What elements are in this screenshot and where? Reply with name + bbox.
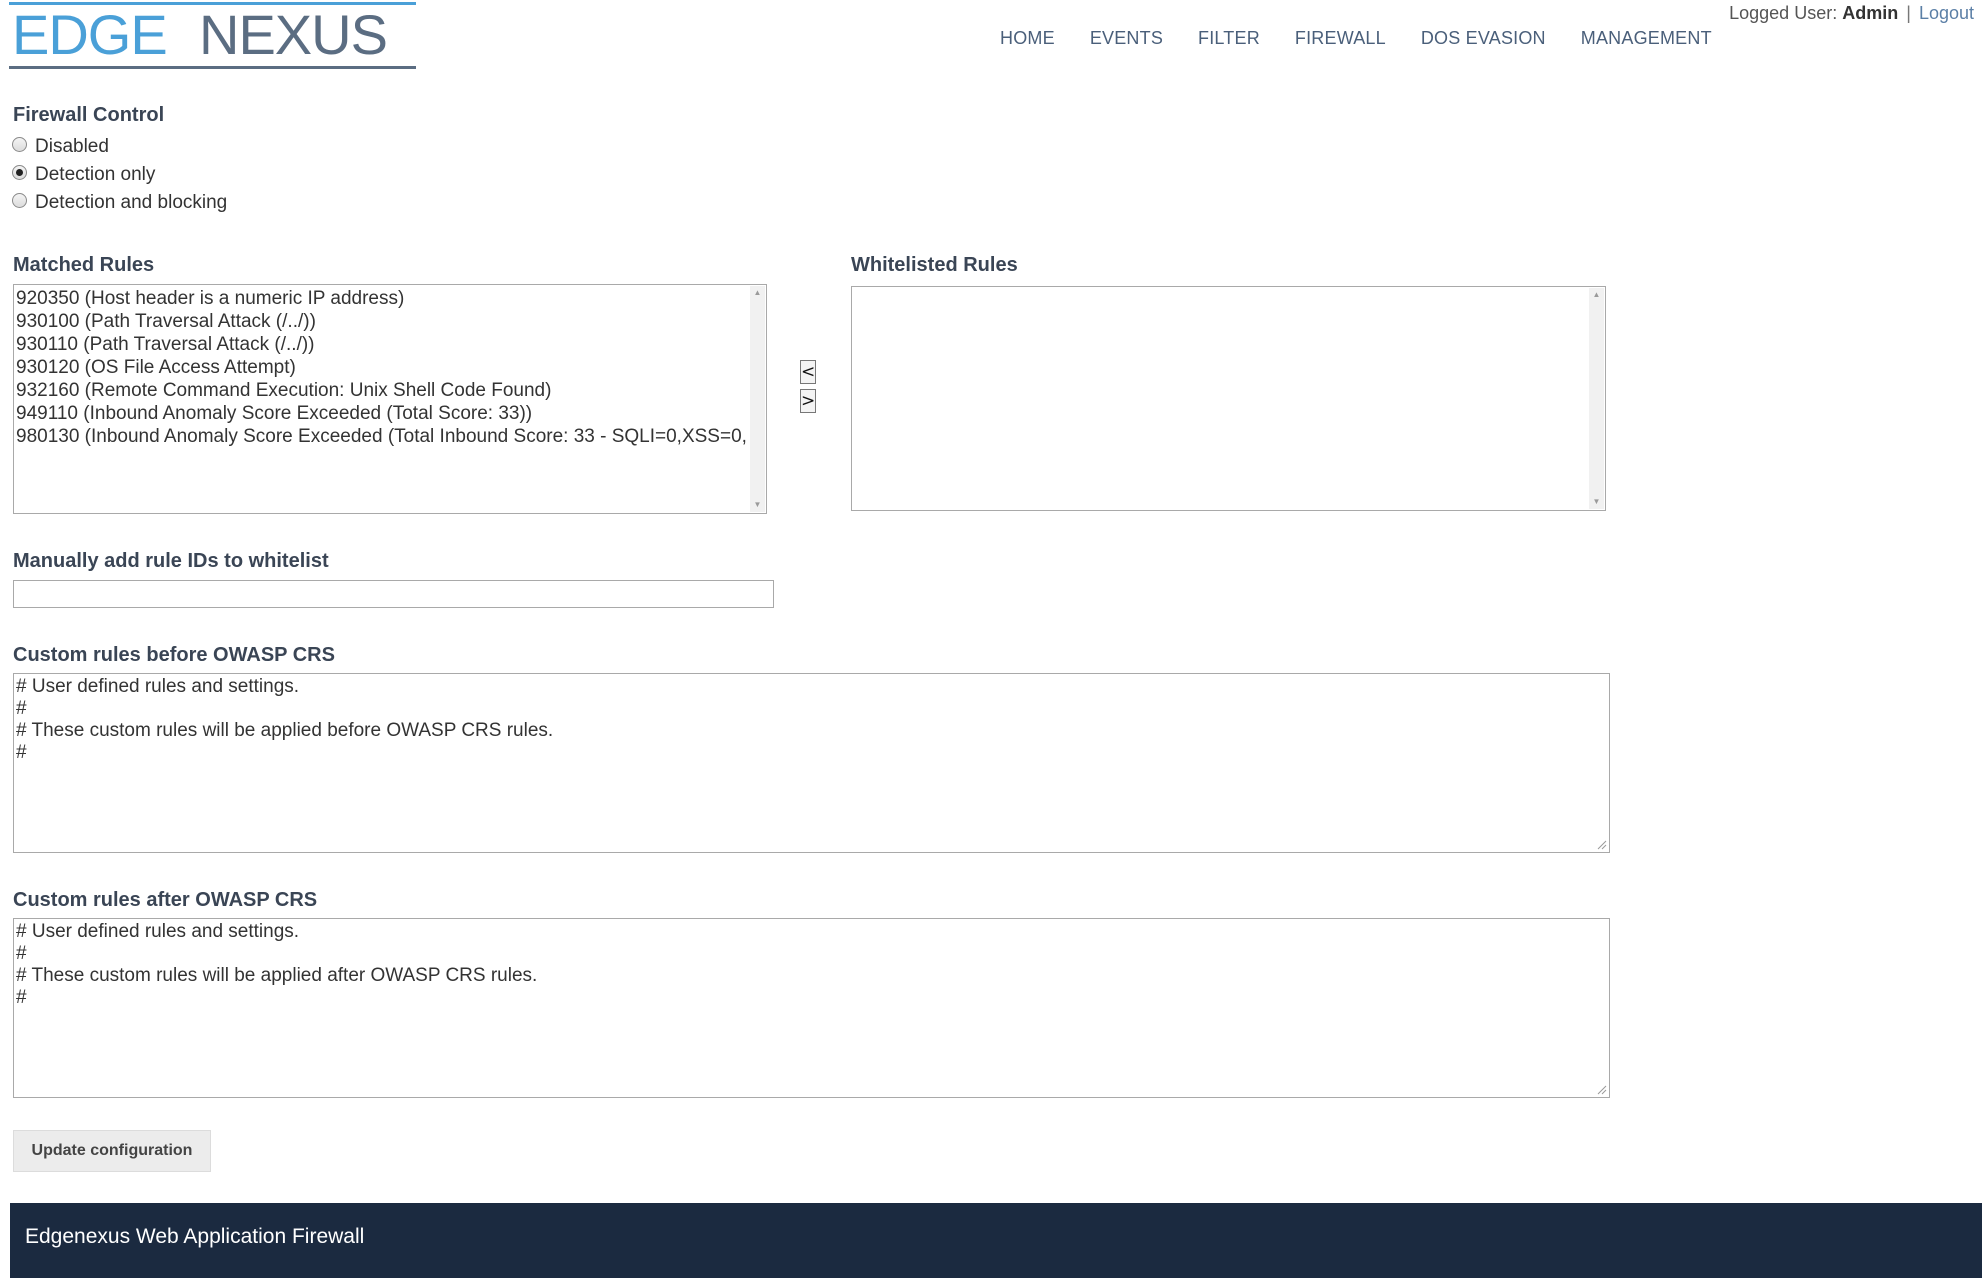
nav-events[interactable]: EVENTS (1090, 28, 1163, 49)
nav-firewall[interactable]: FIREWALL (1295, 28, 1386, 49)
move-left-button[interactable]: < (800, 360, 816, 384)
scroll-up-icon[interactable]: ▲ (750, 286, 765, 300)
logout-link[interactable]: Logout (1919, 3, 1974, 23)
main-nav: HOME EVENTS FILTER FIREWALL DOS EVASION … (1000, 28, 1747, 49)
matched-rules-scrollbar[interactable]: ▲ ▼ (750, 286, 765, 512)
matched-rule-option[interactable]: 949110 (Inbound Anomaly Score Exceeded (… (16, 402, 748, 425)
custom-before-heading: Custom rules before OWASP CRS (13, 644, 335, 666)
custom-before-textarea[interactable]: # User defined rules and settings. # # T… (13, 673, 1610, 853)
radio-disabled[interactable] (12, 136, 27, 152)
scroll-down-icon[interactable]: ▼ (750, 498, 765, 512)
custom-before-text: # User defined rules and settings. # # T… (16, 676, 554, 763)
matched-rules-options: 920350 (Host header is a numeric IP addr… (16, 287, 748, 448)
whitelisted-rules-heading: Whitelisted Rules (851, 254, 1018, 276)
radio-row-detection-blocking: Detection and blocking (12, 189, 227, 217)
footer-text: Edgenexus Web Application Firewall (25, 1225, 365, 1248)
radio-detection-blocking-label[interactable]: Detection and blocking (35, 192, 227, 214)
logged-user-label: Logged User: (1729, 3, 1838, 23)
page: EDGE NEXUS Logged User: Admin | Logout H… (0, 0, 1984, 1287)
whitelisted-rules-listbox[interactable]: ▲ ▼ (851, 286, 1606, 511)
radio-row-detection-only: Detection only (12, 161, 227, 189)
whitelisted-rules-scrollbar[interactable]: ▲ ▼ (1589, 288, 1604, 509)
custom-after-heading: Custom rules after OWASP CRS (13, 889, 318, 911)
matched-rule-option[interactable]: 930100 (Path Traversal Attack (/../)) (16, 310, 748, 333)
radio-detection-blocking[interactable] (12, 192, 27, 208)
manual-whitelist-heading: Manually add rule IDs to whitelist (13, 550, 329, 572)
nav-filter[interactable]: FILTER (1198, 28, 1260, 49)
manual-whitelist-input[interactable] (13, 580, 774, 608)
matched-rules-listbox[interactable]: 920350 (Host header is a numeric IP addr… (13, 284, 767, 514)
logo-edge-text: EDGE (12, 3, 167, 66)
scroll-up-icon[interactable]: ▲ (1589, 288, 1604, 302)
move-right-button[interactable]: > (800, 389, 816, 413)
nav-dos-evasion[interactable]: DOS EVASION (1421, 28, 1546, 49)
firewall-control-radio-group: Disabled Detection only Detection and bl… (12, 133, 227, 217)
radio-detection-only-label[interactable]: Detection only (35, 164, 155, 186)
nav-management[interactable]: MANAGEMENT (1581, 28, 1712, 49)
resize-grip-icon[interactable] (1597, 840, 1607, 850)
matched-rule-option[interactable]: 930120 (OS File Access Attempt) (16, 356, 748, 379)
user-separator: | (1906, 3, 1911, 23)
logo-nexus-text: NEXUS (199, 3, 387, 66)
resize-grip-icon[interactable] (1597, 1085, 1607, 1095)
matched-rule-option[interactable]: 930110 (Path Traversal Attack (/../)) (16, 333, 748, 356)
custom-after-text: # User defined rules and settings. # # T… (16, 921, 538, 1008)
radio-detection-only[interactable] (12, 164, 27, 180)
user-area: Logged User: Admin | Logout (1729, 3, 1974, 24)
matched-rule-option[interactable]: 920350 (Host header is a numeric IP addr… (16, 287, 748, 310)
update-configuration-button[interactable]: Update configuration (13, 1130, 211, 1172)
firewall-control-heading: Firewall Control (13, 104, 165, 126)
custom-after-textarea[interactable]: # User defined rules and settings. # # T… (13, 918, 1610, 1098)
radio-disabled-label[interactable]: Disabled (35, 136, 109, 158)
logged-user-name: Admin (1842, 3, 1899, 23)
footer: Edgenexus Web Application Firewall (10, 1203, 1982, 1278)
matched-rule-option[interactable]: 980130 (Inbound Anomaly Score Exceeded (… (16, 425, 748, 448)
edgenexus-logo[interactable]: EDGE NEXUS (9, 2, 416, 70)
scroll-down-icon[interactable]: ▼ (1589, 495, 1604, 509)
matched-rules-heading: Matched Rules (13, 254, 155, 276)
radio-row-disabled: Disabled (12, 133, 227, 161)
nav-home[interactable]: HOME (1000, 28, 1055, 49)
matched-rule-option[interactable]: 932160 (Remote Command Execution: Unix S… (16, 379, 748, 402)
